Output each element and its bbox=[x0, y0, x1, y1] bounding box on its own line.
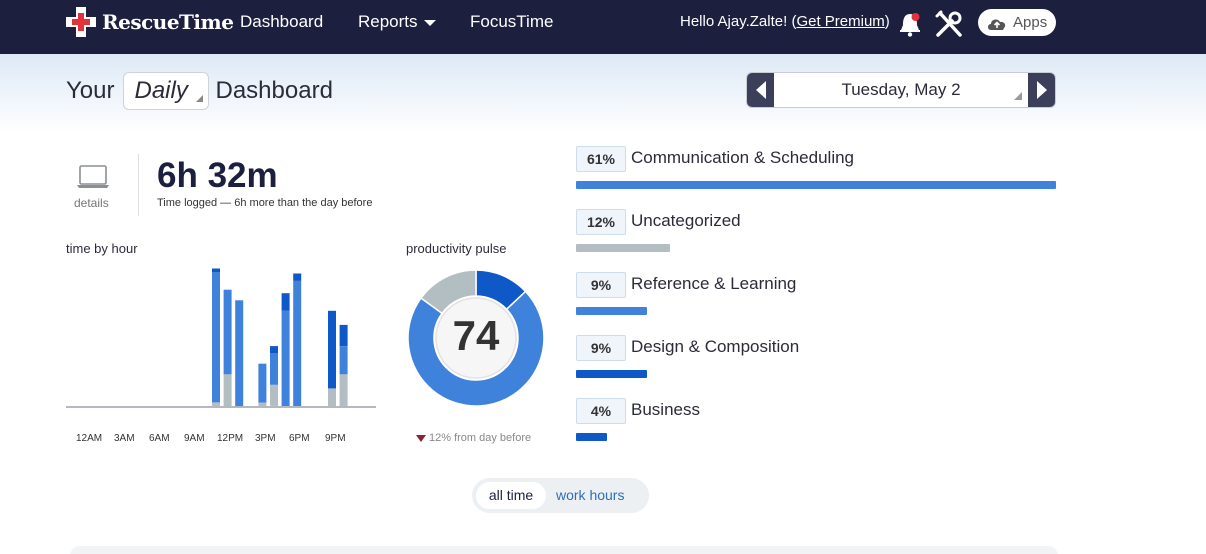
bell-icon[interactable] bbox=[898, 10, 922, 38]
brand-logo[interactable]: RescueTime bbox=[66, 7, 234, 37]
period-select[interactable]: Daily bbox=[122, 72, 209, 110]
time-logged-subtitle: Time logged — 6h more than the day befor… bbox=[157, 197, 373, 209]
period-value: Daily bbox=[134, 77, 188, 104]
nav-reports-label: Reports bbox=[358, 12, 418, 31]
nav-reports[interactable]: Reports bbox=[358, 12, 436, 32]
hour-tick-label: 6AM bbox=[149, 433, 170, 444]
date-select[interactable]: Tuesday, May 2 bbox=[774, 73, 1028, 107]
page-title: Your Daily Dashboard bbox=[66, 72, 333, 110]
rescuetime-logo-icon bbox=[66, 7, 96, 37]
category-name[interactable]: Reference & Learning bbox=[631, 274, 796, 294]
hour-bar-11pm[interactable] bbox=[339, 324, 348, 346]
hour-bar-10pm[interactable] bbox=[328, 388, 336, 406]
category-percent: 9% bbox=[576, 335, 626, 361]
hour-tick-label: 9AM bbox=[184, 433, 205, 444]
laptop-icon[interactable] bbox=[76, 164, 110, 190]
tools-icon[interactable] bbox=[934, 9, 964, 39]
dropdown-corner-icon bbox=[195, 95, 203, 102]
hour-bar-12pm[interactable] bbox=[212, 272, 220, 403]
hour-bar-5pm[interactable] bbox=[270, 353, 278, 385]
hour-bar-5pm[interactable] bbox=[270, 384, 278, 406]
category-percent: 61% bbox=[576, 146, 626, 172]
greeting-text: Hello Ajay.Zalte! ( bbox=[680, 13, 797, 30]
category-name[interactable]: Business bbox=[631, 400, 700, 420]
category-name[interactable]: Uncategorized bbox=[631, 211, 741, 231]
arrow-left-icon bbox=[755, 81, 766, 99]
pulse-delta-text: 12% from day before bbox=[429, 432, 532, 444]
greeting-close: ) bbox=[884, 13, 890, 30]
chevron-down-icon bbox=[423, 19, 436, 26]
time-by-hour-label: time by hour bbox=[66, 241, 138, 256]
nav-focustime[interactable]: FocusTime bbox=[470, 12, 553, 32]
hour-bar-11pm[interactable] bbox=[339, 346, 348, 375]
work-hours-tab[interactable]: work hours bbox=[556, 482, 624, 509]
arrow-right-icon bbox=[1036, 81, 1047, 99]
hour-tick-label: 6PM bbox=[289, 433, 310, 444]
hour-bar-7pm[interactable] bbox=[293, 280, 302, 407]
hour-bar-11pm[interactable] bbox=[339, 374, 348, 406]
prev-day-button[interactable] bbox=[747, 73, 774, 107]
hour-bar-5pm[interactable] bbox=[270, 346, 278, 354]
category-name[interactable]: Communication & Scheduling bbox=[631, 148, 854, 168]
hour-tick-label: 3AM bbox=[114, 433, 135, 444]
nav-dashboard[interactable]: Dashboard bbox=[240, 12, 323, 32]
details-link[interactable]: details bbox=[74, 196, 109, 210]
category-bar bbox=[576, 181, 1056, 189]
cloud-icon bbox=[988, 19, 1006, 30]
apps-label: Apps bbox=[1013, 14, 1048, 31]
pulse-delta: 12% from day before bbox=[416, 432, 531, 444]
hour-tick-label: 3PM bbox=[255, 433, 276, 444]
hour-bar-12pm[interactable] bbox=[212, 402, 220, 407]
hour-bar-1pm[interactable] bbox=[223, 289, 232, 375]
category-percent: 4% bbox=[576, 398, 626, 424]
brand-name: RescueTime bbox=[102, 10, 234, 34]
hour-bar-6pm[interactable] bbox=[281, 310, 290, 406]
greeting: Hello Ajay.Zalte! (Get Premium) bbox=[680, 13, 890, 30]
all-time-tab[interactable]: all time bbox=[476, 482, 546, 509]
hour-tick-label: 12PM bbox=[217, 433, 244, 444]
productivity-pulse-label: productivity pulse bbox=[406, 241, 507, 256]
category-bar bbox=[576, 244, 670, 252]
title-prefix: Your bbox=[66, 77, 115, 104]
hour-bar-4pm[interactable] bbox=[258, 363, 267, 403]
hour-bar-4pm[interactable] bbox=[258, 402, 267, 407]
category-bar bbox=[576, 433, 607, 441]
time-range-toggle: all time work hours bbox=[472, 478, 649, 513]
category-percent: 9% bbox=[576, 272, 626, 298]
next-section-card bbox=[70, 546, 1058, 554]
pulse-score: 74 bbox=[452, 312, 500, 359]
time-by-hour-chart[interactable] bbox=[64, 260, 378, 410]
hour-tick-label: 12AM bbox=[76, 433, 103, 444]
category-name[interactable]: Design & Composition bbox=[631, 337, 799, 357]
hour-bar-6pm[interactable] bbox=[281, 293, 290, 311]
category-bar bbox=[576, 307, 647, 315]
title-suffix: Dashboard bbox=[215, 77, 333, 104]
hour-bar-12pm[interactable] bbox=[212, 268, 220, 273]
dropdown-corner-icon bbox=[1014, 92, 1022, 100]
top-nav: RescueTime Dashboard Reports FocusTime H… bbox=[0, 0, 1206, 54]
hour-bar-10pm[interactable] bbox=[328, 310, 336, 389]
category-percent: 12% bbox=[576, 209, 626, 235]
total-time: 6h 32m bbox=[157, 156, 278, 195]
get-premium-link[interactable]: Get Premium bbox=[796, 13, 884, 30]
date-picker: Tuesday, May 2 bbox=[746, 72, 1056, 108]
hour-bar-1pm[interactable] bbox=[223, 374, 232, 406]
hour-bar-2pm[interactable] bbox=[235, 300, 244, 407]
hour-bar-7pm[interactable] bbox=[293, 273, 302, 281]
divider bbox=[138, 154, 139, 216]
category-bar bbox=[576, 370, 647, 378]
next-day-button[interactable] bbox=[1028, 73, 1055, 107]
apps-button[interactable]: Apps bbox=[978, 9, 1056, 36]
hour-tick-label: 9PM bbox=[325, 433, 346, 444]
arrow-down-icon bbox=[416, 434, 426, 442]
